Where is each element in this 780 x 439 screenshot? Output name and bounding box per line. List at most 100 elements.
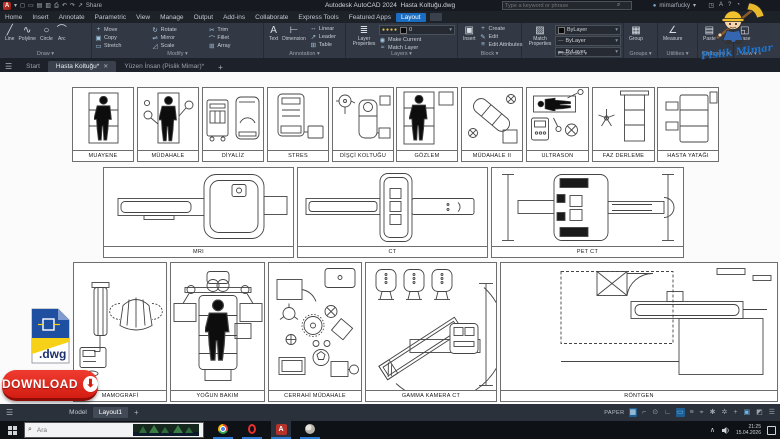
match-properties-button[interactable]: ▨Match Properties bbox=[525, 25, 555, 47]
paper-space-label[interactable]: PAPER bbox=[604, 410, 624, 416]
speaker-icon[interactable] bbox=[721, 426, 730, 435]
fillet-button[interactable]: ⌒Fillet bbox=[208, 34, 261, 41]
color-dropdown[interactable]: ByLayer▾ bbox=[555, 25, 621, 35]
drawing-yogun-bakim[interactable]: YOĞUN BAKIM bbox=[170, 262, 265, 402]
tab-parametric[interactable]: Parametric bbox=[90, 13, 131, 22]
open-file-icon[interactable]: ▭ bbox=[28, 2, 34, 10]
line-button[interactable]: ╱Line bbox=[3, 25, 16, 42]
tab-insert[interactable]: Insert bbox=[27, 13, 53, 22]
tab-active-document[interactable]: Hasta Koltuğu*✕ bbox=[48, 61, 116, 72]
save-icon[interactable]: ▤ bbox=[37, 2, 43, 10]
object-snap-icon[interactable]: ▭ bbox=[676, 408, 685, 417]
share-label[interactable]: Share bbox=[86, 2, 102, 10]
leader-button[interactable]: ↗Leader bbox=[310, 33, 336, 40]
tab-featured-apps[interactable]: Featured Apps bbox=[344, 13, 396, 22]
new-tab-button[interactable]: + bbox=[218, 63, 223, 72]
share-icon[interactable]: ↗ bbox=[78, 2, 83, 10]
arc-button[interactable]: ⌒Arc bbox=[55, 25, 69, 42]
drawing-diyaliz[interactable]: DİYALİZ bbox=[202, 87, 264, 162]
print-icon[interactable]: ⎙ bbox=[54, 2, 59, 10]
drawing-cerrahi-mudahale[interactable]: CERRAHİ MÜDAHALE bbox=[268, 262, 362, 402]
drawing-muayene[interactable]: MUAYENE bbox=[72, 87, 134, 162]
linetype-dropdown[interactable]: —ByLayer▾ bbox=[555, 36, 621, 46]
edit-attributes-button[interactable]: ≡Edit Attributes bbox=[480, 41, 523, 48]
autocad-menu-icon[interactable]: A bbox=[3, 2, 11, 10]
search-highlight-image[interactable] bbox=[133, 424, 199, 436]
ribbon-display-toggle[interactable] bbox=[430, 13, 442, 21]
object-isolate-icon[interactable]: + bbox=[732, 408, 738, 417]
layout1-tab[interactable]: Layout1 bbox=[93, 407, 128, 418]
tab-view[interactable]: View bbox=[131, 13, 155, 22]
tab-home[interactable]: Home bbox=[0, 13, 27, 22]
drawing-mudahale[interactable]: MÜDAHALE bbox=[137, 87, 199, 162]
taskbar-search-input[interactable] bbox=[35, 426, 133, 435]
panel-layers-title[interactable]: Layers ▾ bbox=[346, 51, 457, 57]
drawing-gamma-kamera-ct[interactable]: GAMMA KAMERA CT bbox=[365, 262, 497, 402]
tab-layout[interactable]: Layout bbox=[396, 13, 426, 22]
tab-manage[interactable]: Manage bbox=[155, 13, 189, 22]
new-layout-button[interactable]: + bbox=[134, 408, 139, 417]
dynamic-input-icon[interactable]: ⌖ bbox=[699, 408, 705, 417]
layer-properties-button[interactable]: ≣Layer Properties bbox=[349, 25, 379, 47]
ortho-mode-icon[interactable]: ∟ bbox=[663, 408, 672, 417]
circle-button[interactable]: ○Circle bbox=[38, 25, 55, 42]
customization-menu-icon[interactable]: ☰ bbox=[768, 408, 776, 417]
drawing-ct[interactable]: CT bbox=[297, 167, 488, 258]
start-button[interactable] bbox=[0, 421, 24, 439]
stretch-button[interactable]: ▭Stretch bbox=[95, 42, 148, 49]
create-block-button[interactable]: +Create bbox=[480, 25, 523, 32]
match-layer-button[interactable]: ≈Match Layer bbox=[379, 44, 455, 51]
tab-other-document[interactable]: Yüzen İnsan (Pislik Mimar)* bbox=[116, 61, 212, 72]
panel-properties-title[interactable]: Properties ▾ bbox=[522, 51, 623, 57]
rotate-button[interactable]: ↻Rotate bbox=[152, 26, 205, 33]
linear-button[interactable]: ↔Linear bbox=[310, 25, 336, 32]
panel-draw-title[interactable]: Draw ▾ bbox=[0, 51, 91, 57]
tab-express-tools[interactable]: Express Tools bbox=[293, 13, 343, 22]
edit-block-button[interactable]: ✎Edit bbox=[480, 33, 523, 40]
user-icon[interactable]: ● bbox=[653, 3, 657, 9]
copy-button[interactable]: ▣Copy bbox=[95, 34, 148, 41]
panel-block-title[interactable]: Block ▾ bbox=[458, 51, 521, 57]
table-button[interactable]: ⊞Table bbox=[310, 41, 336, 48]
snap-mode-icon[interactable]: ⌐ bbox=[641, 408, 647, 417]
redo-icon[interactable]: ↷ bbox=[70, 2, 75, 10]
drawing-pet-ct[interactable]: PET CT bbox=[491, 167, 684, 258]
panel-annotation-title[interactable]: Annotation ▾ bbox=[264, 51, 345, 57]
search-icon[interactable]: ⌕ bbox=[617, 2, 620, 9]
model-tab[interactable]: Model bbox=[63, 407, 93, 418]
panel-groups-title[interactable]: Groups ▾ bbox=[624, 51, 657, 57]
signed-in-user[interactable]: mimarfucky bbox=[659, 3, 690, 9]
drawing-faz-derleme[interactable]: FAZ DERLEME bbox=[592, 87, 655, 162]
trim-button[interactable]: ✂Trim bbox=[208, 26, 261, 33]
clean-screen-icon[interactable]: ◩ bbox=[755, 408, 764, 417]
layer-dropdown-arrow[interactable]: ▾ bbox=[449, 27, 452, 33]
drawing-mri[interactable]: MRI bbox=[103, 167, 294, 258]
tab-start[interactable]: Start bbox=[18, 61, 48, 72]
clock[interactable]: 21:25 15.04.2026 bbox=[736, 424, 761, 436]
menu-dropdown-icon[interactable]: ▾ bbox=[14, 2, 17, 10]
app-taskbar-icon[interactable] bbox=[300, 421, 320, 439]
annotation-scale-icon[interactable]: ✱ bbox=[709, 408, 717, 417]
tray-chevron-icon[interactable]: ∧ bbox=[710, 426, 715, 434]
tab-addins[interactable]: Add-ins bbox=[218, 13, 250, 22]
insert-button[interactable]: ▣Insert bbox=[461, 25, 478, 42]
chrome-taskbar-icon[interactable] bbox=[213, 421, 233, 439]
layer-dropdown[interactable]: ●●●● 0 ▾ bbox=[379, 25, 455, 35]
help-search-input[interactable] bbox=[503, 3, 617, 9]
new-file-icon[interactable]: ◻ bbox=[20, 2, 25, 10]
panel-modify-title[interactable]: Modify ▾ bbox=[92, 51, 263, 57]
dimension-button[interactable]: ⊢Dimension bbox=[280, 25, 308, 42]
make-current-button[interactable]: ◉Make Current bbox=[379, 36, 455, 43]
save-as-icon[interactable]: ▥ bbox=[45, 2, 51, 10]
measure-button[interactable]: ∠Measure bbox=[661, 25, 684, 42]
text-button[interactable]: AText bbox=[267, 25, 280, 42]
download-button[interactable]: DOWNLOAD ⬇ bbox=[2, 370, 98, 401]
polyline-button[interactable]: ∿Polyline bbox=[16, 25, 38, 42]
graphics-performance-icon[interactable]: ▣ bbox=[742, 408, 751, 417]
action-center-icon[interactable] bbox=[767, 426, 776, 435]
panel-utilities-title[interactable]: Utilities ▾ bbox=[658, 51, 697, 57]
polar-tracking-icon[interactable]: ⊙ bbox=[651, 408, 659, 417]
tab-output[interactable]: Output bbox=[189, 13, 219, 22]
help-search-box[interactable]: ⌕ bbox=[502, 1, 632, 10]
taskbar-search[interactable]: ⌕ bbox=[24, 422, 204, 438]
